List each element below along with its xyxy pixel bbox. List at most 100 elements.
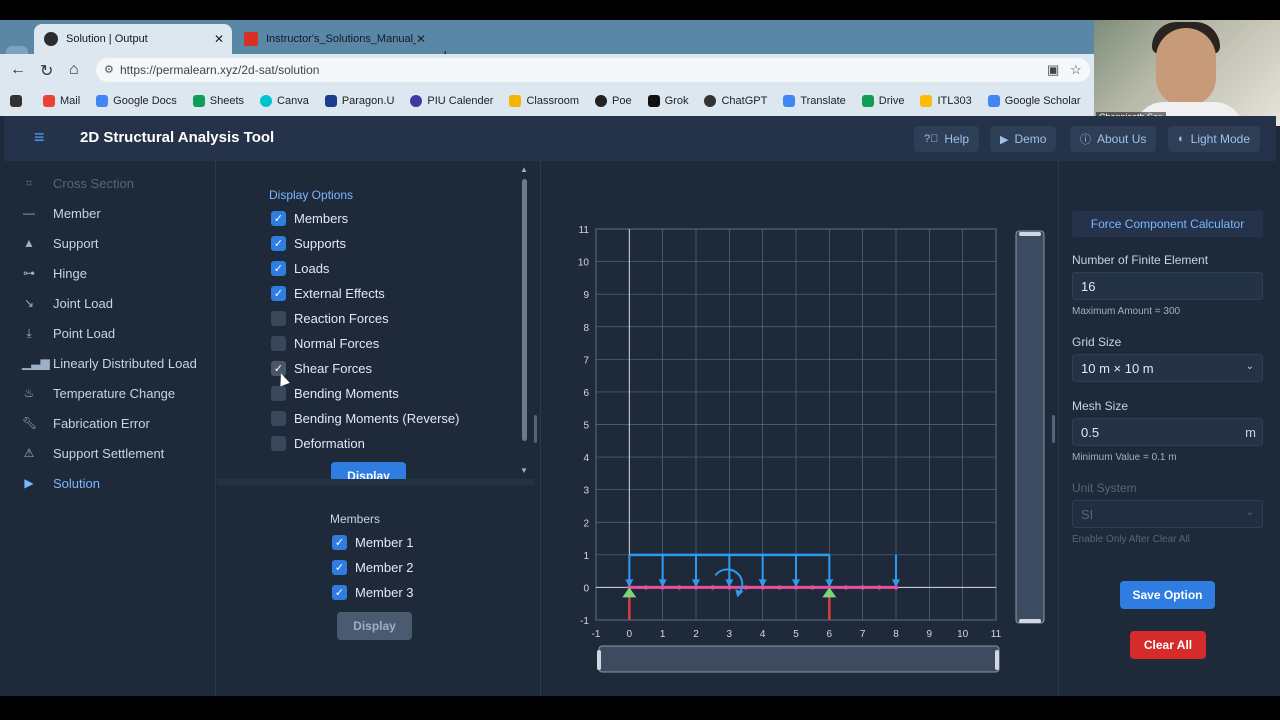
sidebar-item-solution[interactable]: ▶ Solution <box>4 468 216 498</box>
help-button[interactable]: ?⃝ Help <box>914 126 980 152</box>
beam-node <box>693 585 699 590</box>
sidebar-item-joint-load[interactable]: ↘ Joint Load <box>4 288 216 318</box>
option-bending-moments[interactable]: Bending Moments <box>271 383 399 403</box>
bookmark-label: Sheets <box>209 95 245 107</box>
clear-all-button[interactable]: Clear All <box>1130 631 1206 659</box>
checkbox-unchecked-icon[interactable] <box>271 435 286 451</box>
checkbox-unchecked-icon[interactable] <box>271 410 286 426</box>
force-component-calculator-button[interactable]: Force Component Calculator <box>1072 211 1263 237</box>
bookmark-piu-calender[interactable]: PIU Calender <box>410 95 493 107</box>
sidebar-item-fabrication-error[interactable]: 🔧︎ Fabrication Error <box>4 408 216 438</box>
close-tab-icon[interactable]: ✕ <box>416 32 426 46</box>
bookmarks-list-icon[interactable] <box>10 95 27 107</box>
close-tab-icon[interactable]: ✕ <box>214 32 224 46</box>
option-members[interactable]: ✓ Members <box>271 208 348 228</box>
canvas-resize-handle[interactable] <box>1052 415 1055 443</box>
y-tick-label: 11 <box>579 225 590 236</box>
gmail-icon <box>43 95 55 107</box>
cross-section-icon: ⌗ <box>25 175 33 190</box>
member-2-toggle[interactable]: ✓ Member 2 <box>332 557 414 577</box>
checkbox-checked-icon[interactable]: ✓ <box>332 559 347 575</box>
checkbox-unchecked-icon[interactable] <box>271 310 286 326</box>
checkbox-checked-icon[interactable]: ✓ <box>332 534 347 550</box>
option-reaction-forces[interactable]: Reaction Forces <box>271 308 389 328</box>
bookmark-google-docs[interactable]: Google Docs <box>96 95 177 107</box>
option-supports[interactable]: ✓ Supports <box>271 233 346 253</box>
bookmark-mail[interactable]: Mail <box>43 95 80 107</box>
settings-panel: Force Component Calculator Number of Fin… <box>1058 161 1276 696</box>
unit-system-select[interactable]: SI ⌄ <box>1072 500 1263 528</box>
member-3-toggle[interactable]: ✓ Member 3 <box>332 582 414 602</box>
sidebar-item-temperature-change[interactable]: ♨ Temperature Change <box>4 378 216 408</box>
back-arrow-icon[interactable]: ← <box>10 61 26 79</box>
sidebar-item-support-settlement[interactable]: ⚠ Support Settlement <box>4 438 216 468</box>
play-circle-icon: ▶ <box>1000 133 1009 146</box>
display-members-button[interactable]: Display <box>337 612 412 640</box>
bookmark-itl303[interactable]: ITL303 <box>920 95 972 107</box>
bookmark-star-icon[interactable]: ☆ <box>1070 62 1082 78</box>
x-tick-label: 6 <box>827 629 833 640</box>
checkbox-checked-icon[interactable]: ✓ <box>332 584 347 600</box>
tab-solution-output[interactable]: Solution | Output ✕ <box>34 24 232 54</box>
checkbox-checked-icon[interactable]: ✓ <box>271 285 286 301</box>
structure-canvas[interactable]: -1 0 1 2 3 4 5 6 7 8 9 10 11 -1 0 1 2 3 4 5 6 7 8 9 10 11 <box>540 161 1052 696</box>
demo-button[interactable]: ▶ Demo <box>990 126 1057 152</box>
bookmark-translate[interactable]: Translate <box>783 95 846 107</box>
checkbox-checked-icon[interactable]: ✓ <box>271 235 286 251</box>
grid-size-select[interactable]: 10 m × 10 m ⌄ <box>1072 354 1263 382</box>
unit-system-hint: Enable Only After Clear All <box>1072 534 1190 545</box>
demo-label: Demo <box>1014 132 1047 146</box>
checkbox-unchecked-icon[interactable] <box>271 385 286 401</box>
paragon-icon <box>324 95 337 107</box>
sidebar-item-label: Linearly Distributed Load <box>53 355 197 371</box>
reload-icon[interactable]: ↻ <box>40 61 53 81</box>
sidebar-item-cross-section[interactable]: ⌗ Cross Section <box>4 168 216 198</box>
bookmark-google-scholar[interactable]: Google Scholar <box>987 95 1081 107</box>
option-deformation[interactable]: Deformation <box>271 433 365 453</box>
sidebar-item-support[interactable]: ▲ Support <box>4 228 216 258</box>
option-bending-moments-reverse[interactable]: Bending Moments (Reverse) <box>271 408 459 428</box>
checkbox-checked-icon[interactable]: ✓ <box>271 260 286 276</box>
options-scrollbar-thumb[interactable] <box>522 179 527 441</box>
bookmark-drive[interactable]: Drive <box>861 95 904 107</box>
sidebar-item-point-load[interactable]: ⤓ Point Load <box>4 318 216 348</box>
sidebar-item-hinge[interactable]: ⊶ Hinge <box>4 258 216 288</box>
panel-resize-handle[interactable] <box>534 415 537 443</box>
option-label: Supports <box>294 235 347 251</box>
member-1-toggle[interactable]: ✓ Member 1 <box>332 532 414 552</box>
url-bar[interactable]: ⚙ https://permalearn.xyz/2d-sat/solution <box>96 58 1090 82</box>
checkbox-unchecked-icon[interactable] <box>271 335 286 351</box>
bookmark-chatgpt[interactable]: ChatGPT <box>704 95 767 107</box>
scroll-down-icon[interactable]: ▼ <box>520 466 528 475</box>
finite-element-input[interactable]: 16 <box>1072 272 1263 300</box>
y-tick-label: 7 <box>583 355 589 366</box>
light-mode-button[interactable]: ◐ Light Mode <box>1168 126 1261 152</box>
install-app-icon[interactable]: ▣ <box>1047 62 1059 78</box>
checkbox-checked-icon[interactable]: ✓ <box>271 210 286 226</box>
option-normal-forces[interactable]: Normal Forces <box>271 333 379 353</box>
option-loads[interactable]: ✓ Loads <box>271 258 329 278</box>
sidebar-item-linearly-distributed-load[interactable]: ▁▃▆ Linearly Distributed Load <box>4 348 216 378</box>
tab-solutions-manual[interactable]: Instructor's_Solutions_Manual_for ✕ <box>234 24 434 54</box>
sidebar-item-member[interactable]: — Member <box>4 198 216 228</box>
display-options-button[interactable]: Display <box>331 462 406 479</box>
hamburger-menu-icon[interactable]: ≡ <box>34 128 50 147</box>
save-option-button[interactable]: Save Option <box>1120 581 1215 609</box>
home-icon[interactable]: ⌂ <box>69 61 79 79</box>
bookmark-grok[interactable]: Grok <box>647 95 688 107</box>
info-circle-icon: ⓘ <box>1080 134 1091 146</box>
bookmark-sheets[interactable]: Sheets <box>192 95 245 107</box>
bookmark-classroom[interactable]: Classroom <box>509 95 579 107</box>
structure-plot[interactable]: -1 0 1 2 3 4 5 6 7 8 9 10 11 -1 0 1 2 3 4 5 6 7 8 9 10 11 <box>541 161 1053 696</box>
bookmark-paragon[interactable]: Paragon.U <box>324 95 394 107</box>
option-external-effects[interactable]: ✓ External Effects <box>271 283 385 303</box>
bookmark-poe[interactable]: Poe <box>595 95 632 107</box>
y-tick-label: 10 <box>578 258 590 269</box>
mesh-size-input[interactable]: 0.5 m <box>1072 418 1263 446</box>
canva-icon <box>260 95 273 107</box>
bookmark-canva[interactable]: Canva <box>260 95 309 107</box>
scroll-up-icon[interactable]: ▲ <box>520 165 528 174</box>
site-info-icon[interactable]: ⚙ <box>104 63 114 76</box>
app-root: ⌄ Solution | Output ✕ Instructor's_Solut… <box>0 0 1280 720</box>
about-us-button[interactable]: ⓘ About Us <box>1070 126 1157 152</box>
